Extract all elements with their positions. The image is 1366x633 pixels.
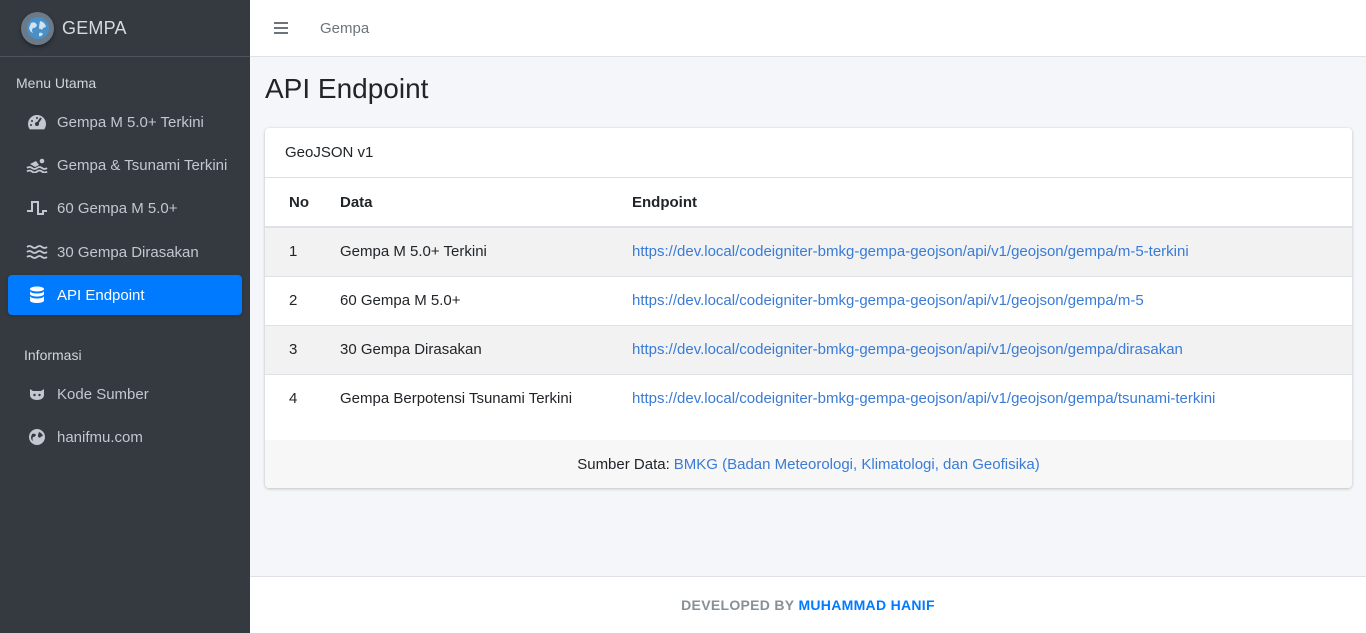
sidebar-item-label: hanifmu.com: [57, 428, 143, 446]
table-row: 2 60 Gempa M 5.0+ https://dev.local/code…: [265, 275, 1352, 325]
source-link[interactable]: BMKG (Badan Meteorologi, Klimatologi, da…: [674, 456, 1040, 473]
table-row: 1 Gempa M 5.0+ Terkini https://dev.local…: [265, 226, 1352, 276]
column-header-endpoint: Endpoint: [632, 178, 1352, 228]
row-data: Gempa Berpotensi Tsunami Terkini: [340, 373, 632, 423]
page-footer: DEVELOPED BY MUHAMMAD HANIF: [250, 576, 1366, 633]
water-icon: [26, 242, 48, 262]
table-header-row: No Data Endpoint: [265, 178, 1352, 228]
sidebar-item-gempa-tsunami[interactable]: Gempa & Tsunami Terkini: [8, 145, 242, 185]
card-footer: Sumber Data: BMKG (Badan Meteorologi, Kl…: [265, 440, 1352, 488]
sidebar-item-30-gempa[interactable]: 30 Gempa Dirasakan: [8, 232, 242, 272]
endpoint-table: No Data Endpoint 1 Gempa M 5.0+ Terkini …: [265, 178, 1352, 423]
card-title: GeoJSON v1: [265, 128, 1352, 178]
endpoint-link[interactable]: https://dev.local/codeigniter-bmkg-gempa…: [632, 243, 1189, 260]
sidebar-item-kode-sumber[interactable]: Kode Sumber: [8, 374, 242, 414]
brand-name: GEMPA: [62, 17, 127, 38]
endpoint-link[interactable]: https://dev.local/codeigniter-bmkg-gempa…: [632, 390, 1215, 407]
top-navbar: Gempa: [250, 0, 1366, 57]
row-data: 60 Gempa M 5.0+: [340, 275, 632, 325]
row-data: Gempa M 5.0+ Terkini: [340, 226, 632, 276]
table-row: 3 30 Gempa Dirasakan https://dev.local/c…: [265, 324, 1352, 374]
sidebar-item-label: API Endpoint: [57, 286, 145, 304]
row-data: 30 Gempa Dirasakan: [340, 324, 632, 374]
sidebar-item-hanifmu[interactable]: hanifmu.com: [8, 417, 242, 457]
tachometer-icon: [26, 112, 48, 132]
brand-link[interactable]: GEMPA: [0, 0, 250, 57]
footer-prefix: DEVELOPED BY: [681, 597, 795, 613]
table-row: 4 Gempa Berpotensi Tsunami Terkini https…: [265, 373, 1352, 423]
sidebar-item-api-endpoint[interactable]: API Endpoint: [8, 275, 242, 315]
database-icon: [26, 285, 48, 305]
source-label: Sumber Data:: [577, 455, 670, 473]
github-icon: [26, 384, 48, 404]
footer-author-link[interactable]: MUHAMMAD HANIF: [798, 597, 934, 613]
row-no: 1: [265, 226, 340, 276]
endpoint-link[interactable]: https://dev.local/codeigniter-bmkg-gempa…: [632, 341, 1183, 358]
sidebar-item-label: Gempa & Tsunami Terkini: [57, 156, 228, 174]
sidebar: GEMPA Menu Utama Gempa M 5.0+ Terkini Ge…: [0, 0, 250, 633]
sidebar-item-60-gempa[interactable]: 60 Gempa M 5.0+: [8, 188, 242, 228]
nav-header-informasi: Informasi: [24, 347, 82, 363]
wave-square-icon: [26, 198, 48, 218]
globe-icon: [26, 427, 48, 447]
swimmer-icon: [26, 155, 48, 175]
column-header-no: No: [265, 178, 340, 228]
hamburger-menu-icon[interactable]: [274, 22, 288, 34]
column-header-data: Data: [340, 178, 632, 228]
topnav-link-gempa[interactable]: Gempa: [320, 20, 369, 37]
row-no: 4: [265, 373, 340, 423]
row-no: 3: [265, 324, 340, 374]
sidebar-item-label: Gempa M 5.0+ Terkini: [57, 113, 204, 131]
nav-header-menu-utama: Menu Utama: [16, 75, 97, 91]
row-no: 2: [265, 275, 340, 325]
sidebar-item-gempa-m5-terkini[interactable]: Gempa M 5.0+ Terkini: [8, 102, 242, 142]
endpoint-link[interactable]: https://dev.local/codeigniter-bmkg-gempa…: [632, 292, 1144, 309]
sidebar-item-label: Kode Sumber: [57, 385, 149, 403]
sidebar-item-label: 30 Gempa Dirasakan: [57, 243, 199, 261]
sidebar-item-label: 60 Gempa M 5.0+: [57, 199, 178, 217]
page-title: API Endpoint: [265, 73, 429, 104]
geojson-card: GeoJSON v1 No Data Endpoint 1 Gempa M 5.…: [265, 128, 1352, 488]
globe-logo-icon: [21, 11, 54, 45]
